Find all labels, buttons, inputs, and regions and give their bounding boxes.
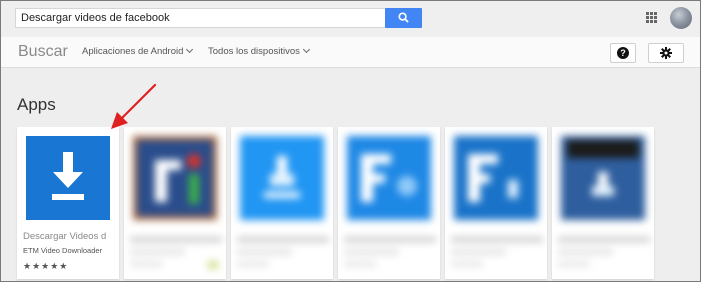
app-icon — [240, 136, 324, 220]
android-apps-dropdown[interactable]: Aplicaciones de Android — [82, 45, 194, 57]
brand-label[interactable]: Buscar — [18, 43, 68, 61]
settings-button[interactable] — [648, 43, 684, 63]
help-button[interactable]: ? — [610, 43, 636, 63]
app-card[interactable] — [124, 127, 226, 279]
devices-dropdown[interactable]: Todos los dispositivos — [208, 45, 310, 57]
search-icon — [398, 12, 409, 23]
android-apps-dropdown-label: Aplicaciones de Android — [82, 46, 184, 57]
app-card[interactable]: Descargar Videos d ETM Video Downloader … — [17, 127, 119, 279]
app-meta-blurred — [558, 231, 650, 266]
search-button[interactable] — [385, 8, 422, 28]
app-meta-blurred — [237, 231, 329, 266]
app-meta-blurred — [130, 231, 222, 269]
download-icon — [26, 136, 110, 220]
app-meta-blurred — [344, 231, 436, 266]
app-icon — [454, 136, 538, 220]
app-developer[interactable]: ETM Video Downloader — [23, 246, 115, 255]
app-card[interactable] — [231, 127, 333, 279]
store-window: Descargar videos de facebook Buscar Apli… — [0, 0, 701, 282]
section-title: Apps — [17, 95, 56, 114]
app-card[interactable] — [338, 127, 440, 279]
secondary-nav: Buscar Aplicaciones de Android Todos los… — [1, 37, 700, 68]
app-meta-blurred — [451, 231, 543, 266]
devices-dropdown-label: Todos los dispositivos — [208, 46, 300, 57]
rating-stars: ★★★★★ — [23, 261, 69, 271]
app-icon — [133, 136, 217, 220]
app-icon — [347, 136, 431, 220]
apps-grid-icon[interactable] — [646, 12, 658, 24]
search-input[interactable]: Descargar videos de facebook — [15, 8, 390, 28]
app-card[interactable] — [552, 127, 654, 279]
app-title[interactable]: Descargar Videos d — [23, 231, 115, 242]
top-bar: Descargar videos de facebook — [1, 1, 700, 37]
app-card[interactable] — [445, 127, 547, 279]
chevron-down-icon — [302, 45, 310, 54]
help-icon: ? — [617, 47, 629, 59]
chevron-down-icon — [186, 45, 194, 54]
gear-icon — [660, 47, 672, 59]
app-icon — [561, 136, 645, 220]
annotation-arrow-icon — [111, 83, 157, 129]
avatar[interactable] — [670, 7, 692, 29]
